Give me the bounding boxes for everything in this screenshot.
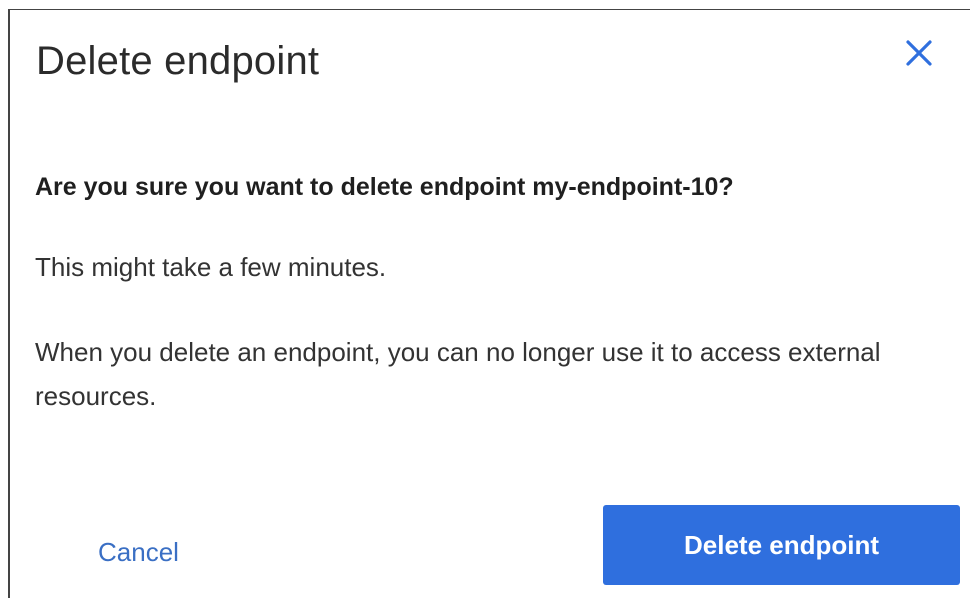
duration-note: This might take a few minutes. [35,252,387,282]
cancel-button[interactable]: Cancel [86,530,191,574]
consequence-note: When you delete an endpoint, you can no … [35,337,881,411]
close-button[interactable] [896,30,944,78]
dialog-title: Delete endpoint [36,39,320,83]
confirmation-question: Are you sure you want to delete endpoint… [35,173,734,201]
delete-endpoint-dialog: Delete endpoint Are you sure you want to… [8,9,970,598]
close-icon [906,40,932,66]
delete-endpoint-button[interactable]: Delete endpoint [603,505,960,585]
